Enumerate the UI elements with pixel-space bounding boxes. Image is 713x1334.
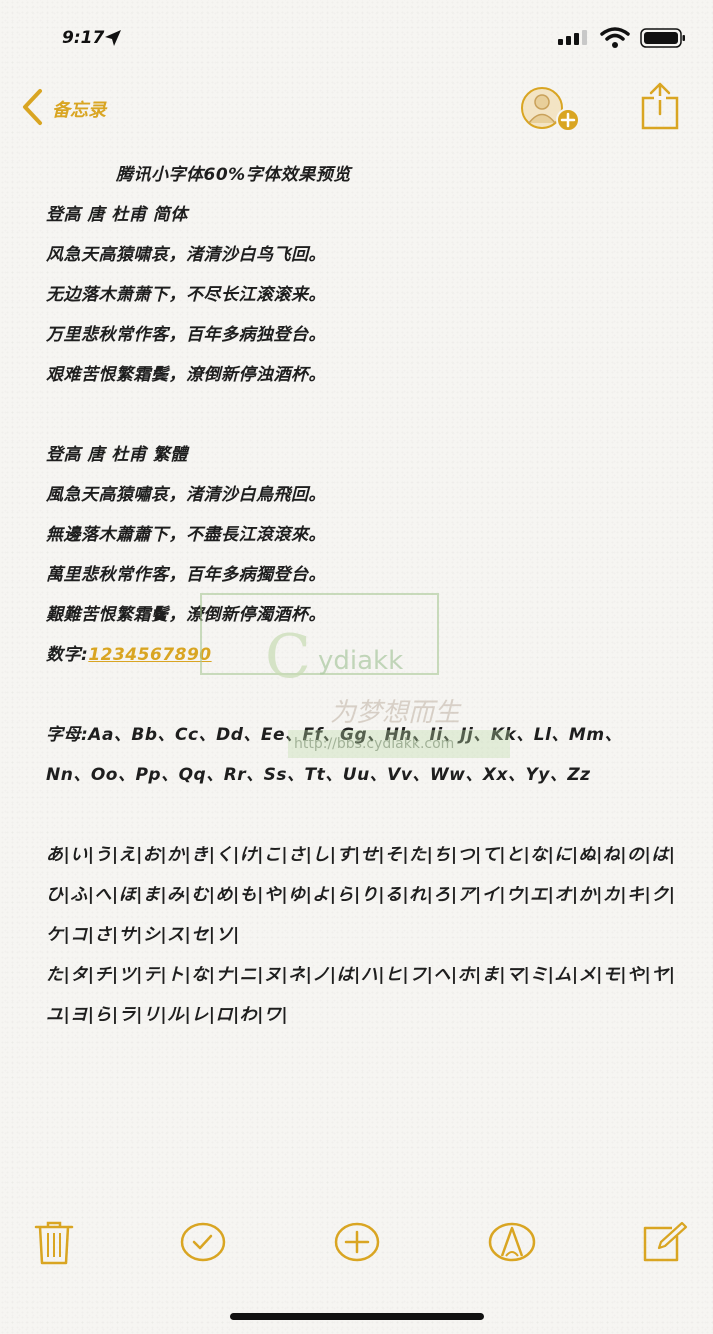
share-button[interactable] (640, 82, 680, 134)
watermark-logo: C (265, 622, 311, 692)
kana-line: ユ|ヨ|ら|ラ|リ|ル|レ|ロ|わ|ワ| (46, 1005, 289, 1025)
back-label: 备忘录 (52, 100, 106, 121)
kana-line: ケ|コ|さ|サ|シ|ス|セ|ソ| (46, 925, 240, 945)
location-arrow-icon (104, 29, 122, 51)
note-line: 登高 唐 杜甫 简体 (46, 205, 188, 225)
note-line: 無邊落木蕭蕭下，不盡長江滾滾來。 (46, 525, 326, 545)
wifi-icon (600, 27, 630, 53)
note-line: 登高 唐 杜甫 繁體 (46, 445, 188, 465)
phone-number-link[interactable]: 1234567890 (88, 645, 211, 665)
letters-line: Nn、Oo、Pp、Qq、Rr、Ss、Tt、Uu、Vv、Ww、Xx、Yy、Zz (46, 765, 591, 785)
digits-label: 数字: (46, 645, 89, 665)
note-line: 万里悲秋常作客，百年多病独登台。 (46, 325, 326, 345)
note-line: 风急天高猿啸哀，渚清沙白鸟飞回。 (46, 245, 326, 265)
trash-icon[interactable] (34, 1220, 74, 1270)
kana-line: た|タ|チ|ツ|テ|ト|な|ナ|ニ|ヌ|ネ|ノ|は|ハ|ヒ|フ|ヘ|ホ|ま|マ|… (46, 965, 676, 985)
watermark-brand: ydiakk (318, 646, 404, 676)
compose-icon[interactable] (642, 1220, 690, 1268)
watermark-url: http://bbs.cydiakk.com (288, 730, 510, 758)
add-people-button[interactable] (520, 86, 586, 140)
home-indicator[interactable] (230, 1313, 484, 1320)
checklist-icon[interactable] (180, 1222, 226, 1266)
note-line: 艰难苦恨繁霜鬓，潦倒新停浊酒杯。 (46, 365, 326, 385)
kana-line: ひ|ふ|へ|ほ|ま|み|む|め|も|や|ゆ|よ|ら|り|る|れ|ろ|ア|イ|ウ|… (46, 885, 676, 905)
back-button[interactable]: 备忘录 (20, 88, 106, 130)
bottom-toolbar (0, 1218, 713, 1268)
note-line: 風急天高猿嘯哀，渚清沙白鳥飛回。 (46, 485, 326, 505)
note-title: 腾讯小字体60%字体效果预览 (116, 165, 351, 185)
markup-icon[interactable] (488, 1222, 536, 1266)
add-icon[interactable] (334, 1222, 380, 1266)
kana-line: あ|い|う|え|お|か|き|く|け|こ|さ|し|す|せ|そ|た|ち|つ|て|と|… (46, 845, 676, 865)
chevron-left-icon (20, 88, 44, 130)
status-bar: 9:17 (0, 0, 713, 76)
navigation-bar: 备忘录 (0, 80, 713, 140)
status-time: 9:17 (62, 28, 105, 48)
cellular-signal-icon (558, 29, 592, 49)
battery-icon (640, 28, 686, 52)
note-line: 无边落木萧萧下，不尽长江滚滚来。 (46, 285, 326, 305)
watermark-slogan: 为梦想而生 (330, 698, 461, 728)
